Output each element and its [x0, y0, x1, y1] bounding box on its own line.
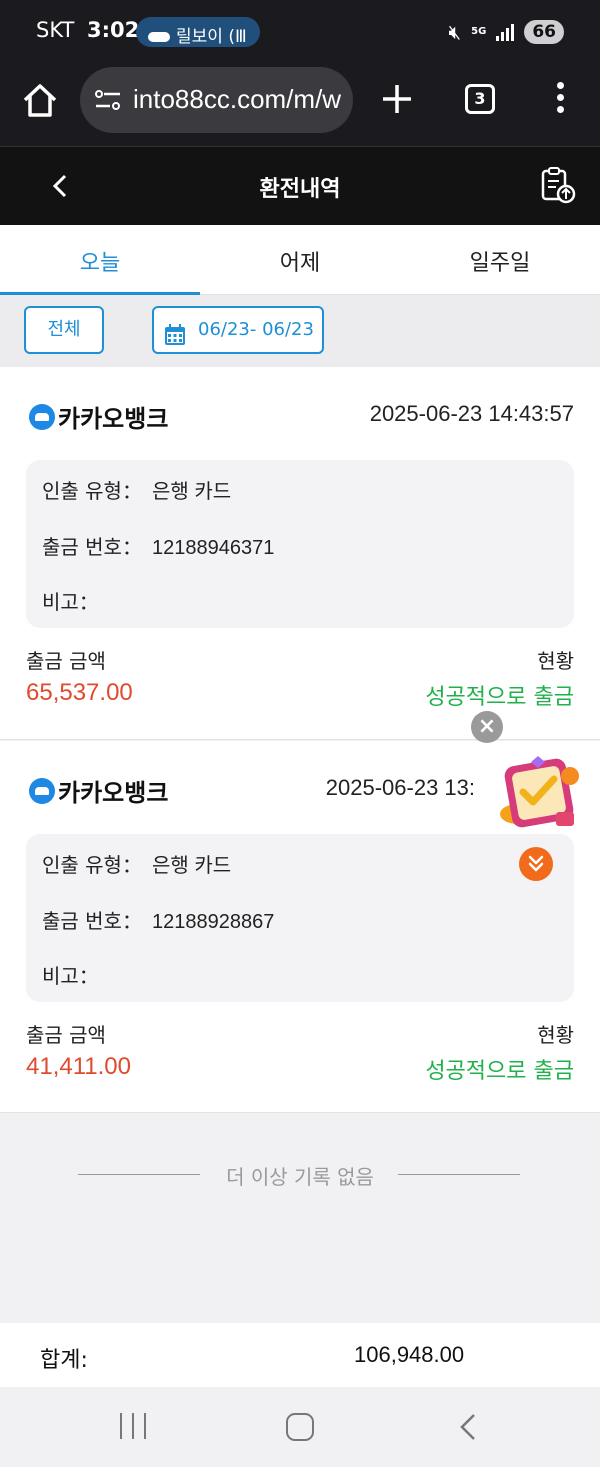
system-navigation-bar — [0, 1387, 600, 1467]
amount-label: 출금 금액 — [26, 649, 106, 673]
status-bar: SKT 3:02 릴보이 (Ⅲ 🔇︎ 5G 66 — [0, 0, 600, 64]
memo-label: 비고： — [42, 964, 99, 988]
double-chevron-down-icon[interactable] — [519, 847, 553, 881]
status-label: 현황 — [537, 649, 574, 673]
url-text: into88cc.com/m/w — [133, 84, 342, 114]
status-icons: 🔇︎ 5G 66 — [449, 17, 564, 47]
plus-icon[interactable] — [379, 81, 415, 117]
status-label: 현황 — [537, 1023, 574, 1047]
withdraw-number-value: 12188946371 — [151, 537, 275, 559]
status-value: 성공적으로 출금 — [425, 685, 574, 710]
app-header: 환전내역 — [0, 146, 600, 225]
divider — [398, 1174, 520, 1175]
address-bar[interactable]: into88cc.com/m/w — [80, 67, 353, 133]
browser-toolbar: into88cc.com/m/w 3 — [0, 64, 600, 146]
total-label: 합계: — [40, 1348, 88, 1373]
record-datetime: 2025-06-23 13: — [325, 775, 475, 800]
end-of-list: 더 이상 기록 없음 — [0, 1114, 600, 1234]
tab-yesterday[interactable]: 어제 — [200, 225, 400, 294]
cloud-icon — [148, 32, 170, 42]
withdraw-type-value: 은행 카드 — [151, 481, 232, 503]
kakaobank-logo-icon — [29, 404, 55, 430]
end-of-list-text: 더 이상 기록 없음 — [226, 1165, 374, 1189]
tab-today[interactable]: 오늘 — [0, 225, 200, 295]
total-value: 106,948.00 — [354, 1342, 465, 1367]
recent-apps-icon[interactable] — [120, 1413, 146, 1439]
bank-name: 카카오뱅크 — [58, 405, 169, 433]
media-notification-pill[interactable]: 릴보이 (Ⅲ — [136, 17, 260, 47]
record-datetime: 2025-06-23 14:43:57 — [369, 401, 574, 426]
memo-row: 비고： — [42, 586, 109, 615]
withdraw-number-label: 출금 번호： — [42, 909, 142, 933]
battery-level: 66 — [524, 20, 564, 44]
record-details: 인출 유형： 은행 카드 출금 번호： 12188928867 비고： — [26, 834, 574, 1002]
network-type: 5G — [471, 26, 487, 37]
home-button-icon[interactable] — [286, 1413, 314, 1441]
withdrawal-record: 카카오뱅크 2025-06-23 14:43:57 인출 유형： 은행 카드 출금… — [0, 367, 600, 740]
withdraw-type-label: 인출 유형： — [42, 853, 142, 877]
kakaobank-logo-icon — [29, 778, 55, 804]
record-details: 인출 유형： 은행 카드 출금 번호： 12188946371 비고： — [26, 460, 574, 628]
withdraw-type-row: 인출 유형： 은행 카드 — [42, 849, 231, 878]
withdraw-type-label: 인출 유형： — [42, 479, 142, 503]
filter-bar: 전체 06/23- 06/23 — [0, 295, 600, 367]
calendar-icon — [164, 319, 186, 345]
more-vert-icon[interactable] — [548, 82, 572, 118]
amount-value: 65,537.00 — [26, 679, 133, 706]
filter-all-button[interactable]: 전체 — [24, 306, 104, 354]
memo-label: 비고： — [42, 590, 99, 614]
site-settings-icon[interactable] — [94, 88, 122, 112]
amount-label: 출금 금액 — [26, 1023, 106, 1047]
signal-icon — [496, 23, 515, 41]
withdraw-number-value: 12188928867 — [151, 911, 275, 933]
status-value: 성공적으로 출금 — [425, 1059, 574, 1084]
promo-gift-icon[interactable] — [496, 752, 586, 836]
withdraw-type-value: 은행 카드 — [151, 855, 232, 877]
tab-week[interactable]: 일주일 — [400, 225, 600, 294]
status-carrier-time: SKT 3:02 — [36, 18, 139, 42]
memo-row: 비고： — [42, 960, 109, 989]
withdraw-number-row: 출금 번호： 12188928867 — [42, 905, 274, 934]
page-title: 환전내역 — [259, 177, 341, 202]
withdraw-type-row: 인출 유형： 은행 카드 — [42, 475, 231, 504]
tab-switcher-button[interactable]: 3 — [465, 84, 495, 114]
carrier-name: SKT — [36, 18, 75, 42]
bank-name: 카카오뱅크 — [58, 779, 169, 807]
withdraw-number-row: 출금 번호： 12188946371 — [42, 531, 274, 560]
date-range-text: 06/23- 06/23 — [198, 319, 314, 340]
date-range-picker[interactable]: 06/23- 06/23 — [152, 306, 324, 354]
amount-value: 41,411.00 — [26, 1053, 131, 1080]
back-icon[interactable] — [456, 1412, 480, 1442]
close-icon[interactable]: × — [471, 711, 503, 743]
media-notification-text: 릴보이 (Ⅲ — [176, 27, 247, 47]
clipboard-upload-icon[interactable] — [538, 165, 578, 205]
home-icon[interactable] — [20, 81, 60, 121]
withdraw-number-label: 출금 번호： — [42, 535, 142, 559]
date-tabs: 오늘 어제 일주일 — [0, 225, 600, 295]
mute-icon: 🔇︎ — [448, 20, 462, 44]
total-bar: 합계: 106,948.00 — [0, 1323, 600, 1387]
clock-time: 3:02 — [87, 18, 140, 42]
